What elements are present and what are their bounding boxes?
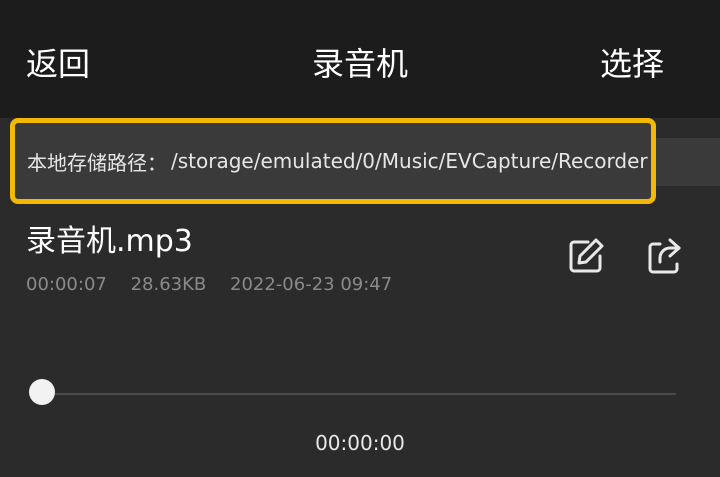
edit-icon[interactable] bbox=[566, 236, 606, 276]
select-button[interactable]: 选择 bbox=[600, 44, 664, 84]
recording-datetime: 2022-06-23 09:47 bbox=[230, 274, 393, 295]
top-bar: 返回 录音机 选择 bbox=[0, 0, 720, 118]
recording-duration: 00:00:07 bbox=[26, 274, 107, 295]
current-time: 00:00:00 bbox=[315, 431, 405, 455]
storage-path-bar: 本地存储路径： /storage/emulated/0/Music/EVCapt… bbox=[10, 118, 656, 204]
storage-path-label: 本地存储路径： bbox=[27, 150, 167, 175]
share-icon[interactable] bbox=[644, 236, 684, 276]
progress-slider-thumb[interactable] bbox=[29, 379, 55, 405]
recording-size: 28.63KB bbox=[130, 274, 207, 295]
progress-track[interactable] bbox=[40, 393, 676, 395]
path-bar-background bbox=[656, 138, 720, 186]
storage-path-value: /storage/emulated/0/Music/EVCapture/Reco… bbox=[171, 149, 648, 173]
recording-name[interactable]: 录音机.mp3 bbox=[26, 222, 193, 262]
recording-meta: 00:00:07 28.63KB 2022-06-23 09:47 bbox=[26, 272, 410, 298]
